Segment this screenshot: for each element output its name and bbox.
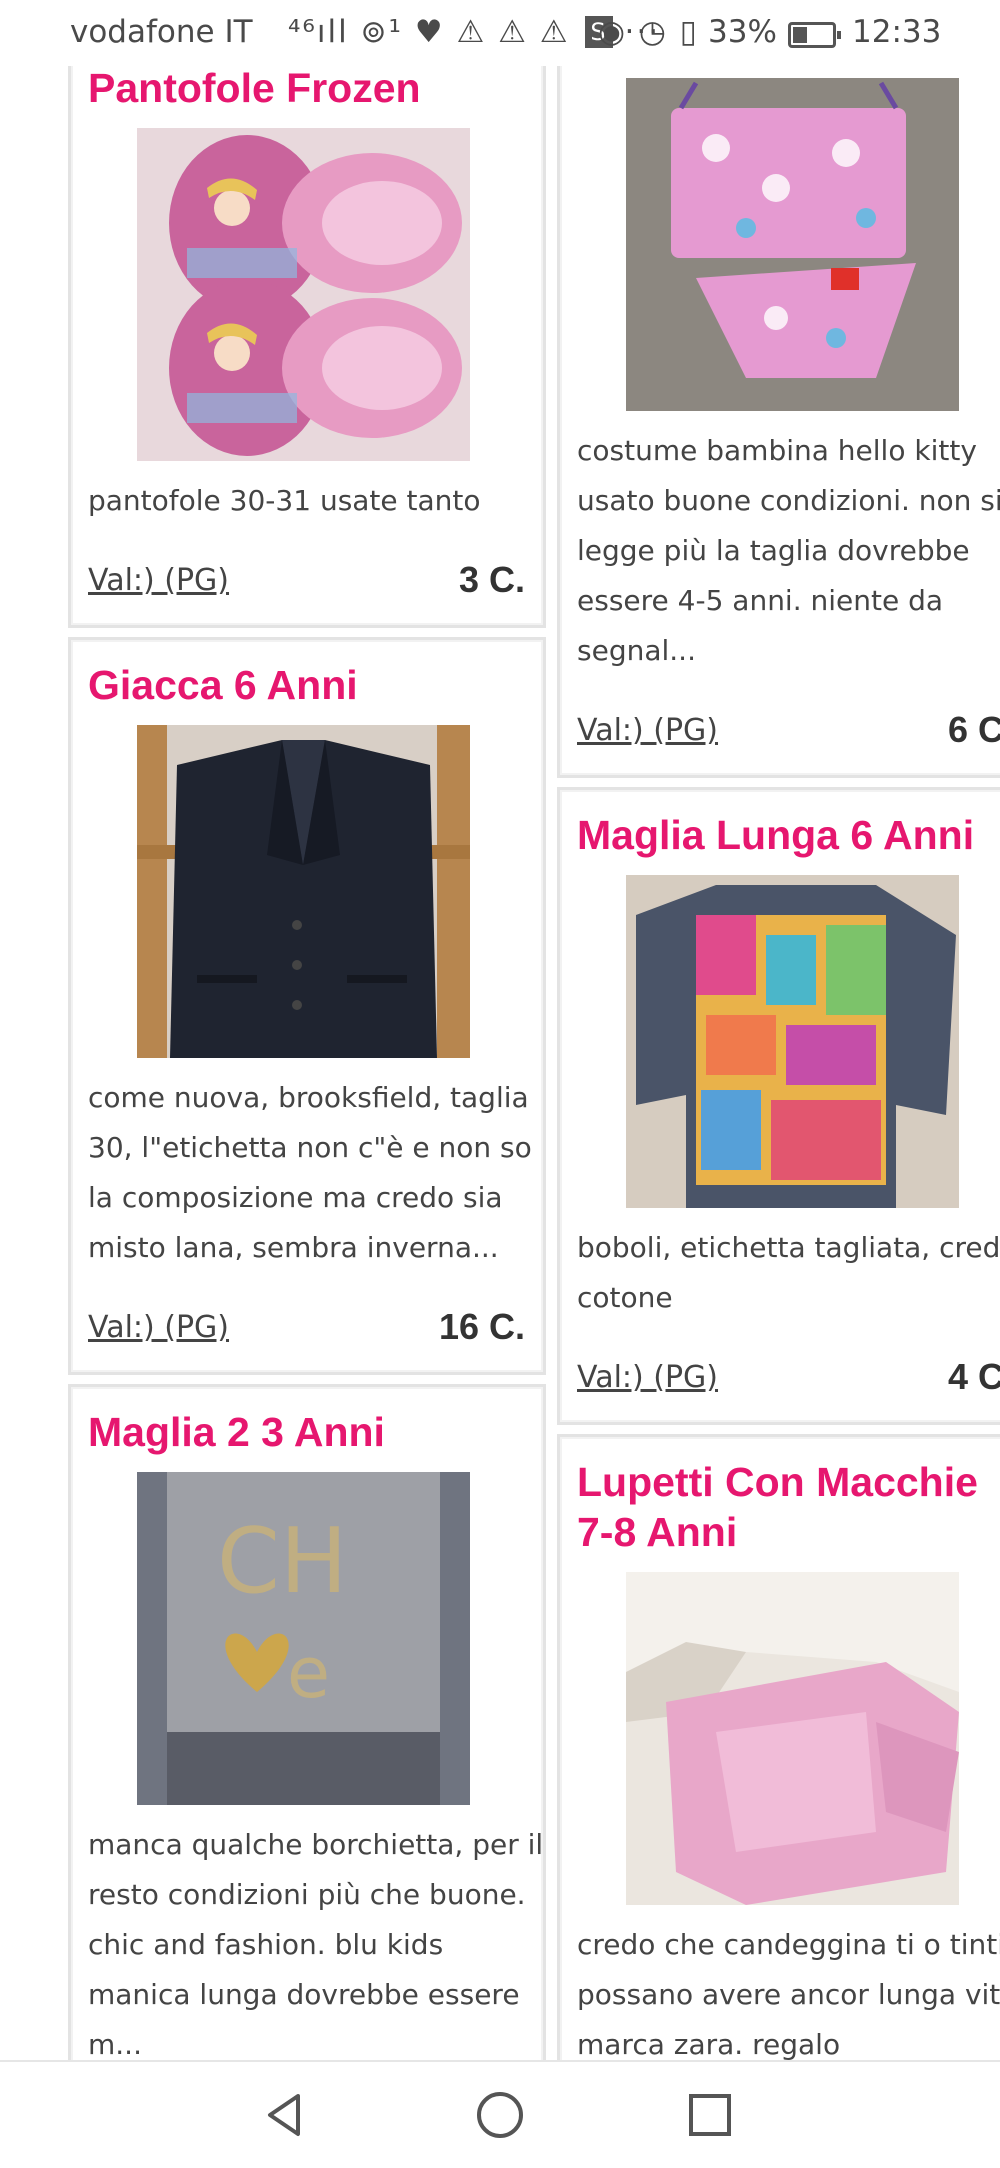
listing-card[interactable]: Maglia Lunga 6 Anni boboli, etichetta ta…	[557, 787, 1000, 1425]
listing-description: essere 4-5 anni. niente da	[577, 584, 944, 617]
seller-link[interactable]: Val:) (PG)	[88, 1310, 229, 1345]
listing-photo[interactable]	[137, 128, 470, 461]
listing-description: 30, l"etichetta non c"è e non so	[88, 1131, 532, 1164]
long-top-image	[626, 875, 959, 1208]
battery-fill	[793, 27, 807, 43]
battery-tip	[837, 31, 841, 39]
listing-card[interactable]: Maglia 2 3 Anni CH e manca qualche borch…	[68, 1384, 546, 2060]
listing-description: chic and fashion. blu kids	[88, 1928, 444, 1961]
listing-description: resto condizioni più che buone.	[88, 1878, 526, 1911]
listing-description: come nuova, brooksfield, taglia	[88, 1081, 529, 1114]
slippers-image	[137, 128, 470, 461]
battery-percent: 33%	[708, 14, 777, 50]
battery-icon	[788, 22, 841, 48]
listing-description: credo che candeggina ti o tinti	[577, 1928, 1000, 1961]
listing-card[interactable]: Lupetti Con Macchie 7-8 Anni credo che c…	[557, 1434, 1000, 2060]
listing-photo[interactable]	[626, 1572, 959, 1905]
listing-description: legge più la taglia dovrebbe	[577, 534, 970, 567]
listing-title[interactable]: Pantofole Frozen	[88, 63, 421, 113]
listing-description: m...	[88, 2028, 142, 2060]
listing-card[interactable]: costume bambina hello kitty usato buone …	[557, 40, 1000, 778]
navigation-bar	[0, 2060, 1000, 2168]
back-icon	[268, 2094, 300, 2136]
listing-photo[interactable]	[626, 78, 959, 411]
listing-description: cotone	[577, 1281, 673, 1314]
svg-text:e: e	[287, 1632, 330, 1714]
svg-text:CH: CH	[217, 1509, 348, 1614]
listing-description: possano avere ancor lunga vita	[577, 1978, 1000, 2011]
listing-description: usato buone condizioni. non si	[577, 484, 1000, 517]
blazer-image	[137, 725, 470, 1058]
listing-description: manica lunga dovrebbe essere	[88, 1978, 520, 2011]
listing-price: 6 C	[948, 709, 1000, 750]
seller-link[interactable]: Val:) (PG)	[577, 713, 718, 748]
home-button[interactable]	[440, 2062, 560, 2166]
pink-turtleneck-image	[626, 1572, 959, 1905]
listing-description: manca qualche borchietta, per il	[88, 1828, 544, 1861]
listing-description: costume bambina hello kitty	[577, 434, 977, 467]
listing-price: 3 C.	[458, 559, 525, 600]
back-button[interactable]	[225, 2062, 345, 2166]
status-bar: vodafone IT ⁴⁶ıll ⊚¹ ♥ ⚠ ⚠ ⚠ S ··· ◉ ◷ ▯…	[0, 0, 1000, 66]
carrier-name: vodafone IT	[70, 14, 253, 50]
clock: 12:33	[852, 14, 942, 50]
home-icon	[477, 2092, 523, 2138]
listing-title[interactable]: Maglia Lunga 6 Anni	[577, 810, 974, 860]
listing-description: misto lana, sembra inverna...	[88, 1231, 499, 1264]
listing-feed[interactable]: Pantofole Frozen pantofole 30-31 usate t…	[0, 0, 1000, 2060]
network-icons: ⁴⁶ıll ⊚¹ ♥ ⚠ ⚠ ⚠	[288, 14, 570, 50]
listing-price: 4 C	[948, 1356, 1000, 1397]
listing-title[interactable]: Giacca 6 Anni	[88, 660, 358, 710]
listing-description: segnal...	[577, 634, 696, 667]
listing-card[interactable]: Pantofole Frozen pantofole 30-31 usate t…	[68, 40, 546, 628]
listing-photo[interactable]	[137, 725, 470, 1058]
recents-button[interactable]	[650, 2062, 770, 2166]
listing-photo[interactable]: CH e	[137, 1472, 470, 1805]
status-icons-right: ◉ ◷ ▯	[598, 14, 699, 50]
listing-photo[interactable]	[626, 875, 959, 1208]
listing-description: la composizione ma credo sia	[88, 1181, 503, 1214]
listing-title[interactable]: Lupetti Con Macchie	[577, 1457, 978, 1507]
grey-dress-image: CH e	[137, 1472, 470, 1805]
swimsuit-image	[626, 78, 959, 411]
listing-card[interactable]: Giacca 6 Anni come nuova, brooksfield, t…	[68, 637, 546, 1375]
listing-title[interactable]: 7-8 Anni	[577, 1507, 737, 1557]
listing-description: boboli, etichetta tagliata, credo	[577, 1231, 1000, 1264]
listing-description: marca zara. regalo	[577, 2028, 841, 2060]
listing-description: pantofole 30-31 usate tanto	[88, 484, 481, 517]
seller-link[interactable]: Val:) (PG)	[88, 563, 229, 598]
recents-icon	[689, 2094, 731, 2136]
listing-price: 16 C.	[438, 1306, 525, 1347]
seller-link[interactable]: Val:) (PG)	[577, 1360, 718, 1395]
listing-title[interactable]: Maglia 2 3 Anni	[88, 1407, 385, 1457]
